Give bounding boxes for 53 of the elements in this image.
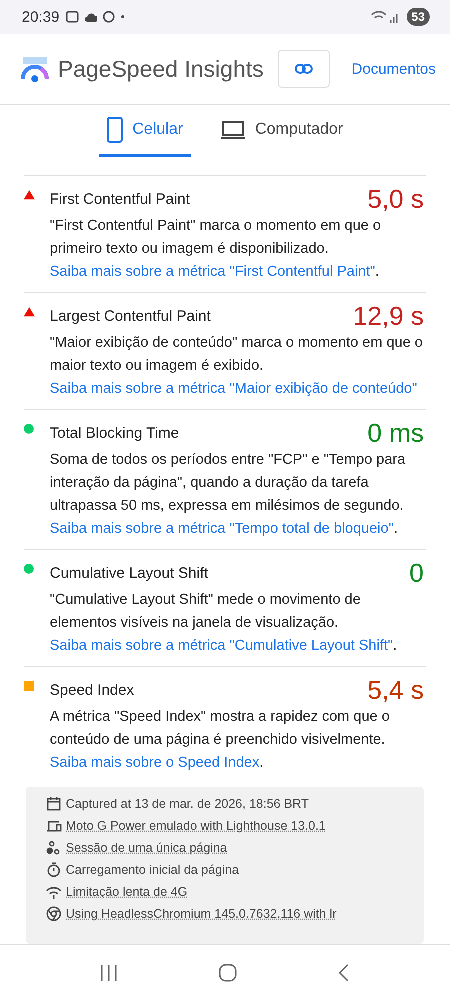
metric-name: Total Blocking Time	[50, 425, 180, 442]
learn-more-link[interactable]: Saiba mais sobre a métrica "First Contentful Paint"	[50, 264, 376, 280]
logo-icon	[20, 55, 50, 83]
metric-value: 0 ms	[368, 418, 424, 449]
learn-more-link[interactable]: Saiba mais sobre a métrica "Cumulative Layout Shift"	[50, 638, 394, 654]
learn-more-link[interactable]: Saiba mais sobre a métrica "Maior exibição de conteúdo"	[50, 381, 418, 397]
phone-icon	[106, 116, 123, 142]
learn-more-link[interactable]: Saiba mais sobre a métrica "Tempo total de bloqueio"	[50, 521, 394, 537]
metric-name: Speed Index	[50, 682, 136, 699]
laptop-icon	[221, 120, 246, 138]
metric-name: First Contentful Paint	[50, 191, 192, 208]
circle-icon	[24, 424, 34, 434]
learn-more-link[interactable]: Saiba mais sobre o Speed Index	[50, 755, 260, 771]
triangle-icon	[24, 190, 35, 200]
app-title: PageSpeed Insights	[58, 56, 264, 82]
people-icon	[46, 840, 62, 856]
metric-name: Largest Contentful Paint	[50, 308, 212, 325]
dot-icon	[120, 15, 125, 19]
metric-description: A métrica "Speed Index" mostra a rapidez com que o conteúdo de uma página é preenchido visivelmente. Saiba mais sobre o Speed Index.	[50, 708, 391, 773]
metric-value: 5,0 s	[368, 184, 424, 215]
metric-name: Cumulative Layout Shift	[50, 565, 210, 582]
summary-item: Captured at 13 de mar. de 2026, 18:56 BRT	[66, 797, 309, 811]
docs-link[interactable]: Documentos	[352, 60, 436, 78]
triangle-icon	[24, 307, 35, 317]
share-link-button[interactable]	[278, 50, 330, 88]
browser-icon	[46, 906, 62, 922]
summary-item: Carregamento inicial da página	[66, 863, 240, 877]
device-tab[interactable]: Celular	[98, 105, 192, 157]
timer-icon	[46, 862, 62, 878]
summary-item: Limitação lenta de 4G	[66, 885, 188, 899]
metric-description: Soma de todos os períodos entre "FCP" e "Tempo para interação da página", quando a duração da tarefa ultrapassa 50 ms, expressa em milésimos de segundo. Saiba mais sobre a métrica "Tempo total de bloqueio".	[50, 451, 407, 539]
status-time: 20:39	[22, 8, 60, 26]
device-tab[interactable]: Computador	[213, 105, 352, 157]
metric-value: 0	[410, 558, 424, 589]
home-icon[interactable]	[218, 964, 237, 982]
metric-value: 12,9 s	[353, 301, 424, 332]
metric-description: "Maior exibição de conteúdo" marca o momento em que o maior texto ou imagem é exibido. Saiba mais sobre a métrica "Maior exibição de conteúdo"	[50, 334, 424, 399]
summary-item: Using HeadlessChromium 145.0.7632.116 with lr	[66, 907, 337, 921]
square-icon	[24, 681, 34, 691]
screenshot-icon	[66, 11, 79, 23]
circle-icon	[24, 564, 34, 574]
metric-description: "Cumulative Layout Shift" mede o movimento de elementos visíveis na janela de visualização. Saiba mais sobre a métrica "Cumulative Layout Shift".	[50, 591, 398, 656]
metric-value: 5,4 s	[368, 675, 424, 706]
metric-description: "First Contentful Paint" marca o momento em que o primeiro texto ou imagem é disponibilizado. Saiba mais sobre a métrica "First Contentful Paint".	[50, 217, 382, 282]
summary-item: Moto G Power emulado with Lighthouse 13.0.1	[66, 819, 326, 833]
cloud-icon	[84, 12, 97, 22]
summary-item: Sessão de uma única página	[66, 841, 228, 855]
battery-level: 53	[406, 8, 430, 26]
link-icon	[294, 64, 313, 74]
recent-apps-icon[interactable]	[100, 964, 118, 980]
calendar-icon	[46, 796, 62, 812]
signal-status-icon	[370, 10, 401, 24]
back-icon[interactable]	[338, 964, 350, 982]
